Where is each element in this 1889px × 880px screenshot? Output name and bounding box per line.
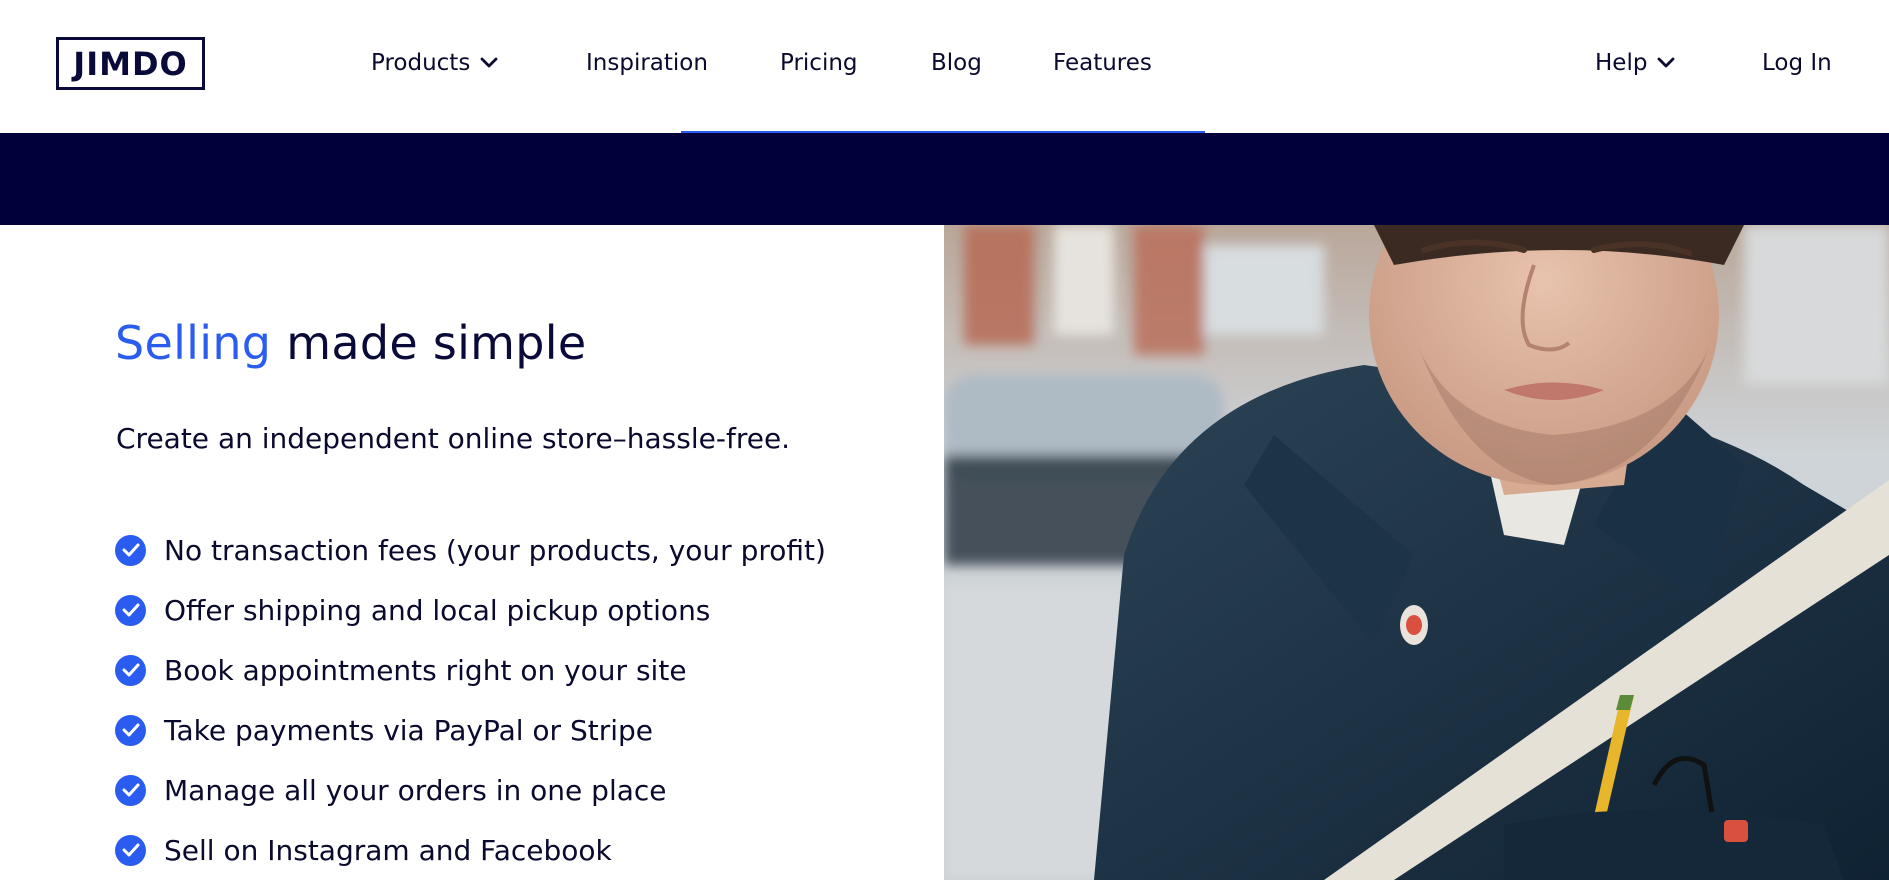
feature-label: Sell on Instagram and Facebook [164, 833, 612, 867]
nav-blog-label: Blog [931, 50, 982, 76]
feature-label: Take payments via PayPal or Stripe [164, 713, 654, 747]
nav-blog[interactable]: Blog [931, 50, 982, 76]
nav-login[interactable]: Log In [1762, 50, 1832, 76]
check-circle-icon [115, 774, 146, 806]
jimdo-logo[interactable]: JIMDO [56, 37, 205, 90]
man-with-jacket-image [944, 225, 1889, 880]
check-circle-icon [115, 534, 146, 566]
nav-inspiration[interactable]: Inspiration [586, 50, 708, 76]
headline-rest: made simple [271, 316, 587, 370]
hero-photo [944, 225, 1889, 880]
nav-help[interactable]: Help [1595, 50, 1675, 76]
nav-pricing[interactable]: Pricing [780, 50, 858, 76]
nav-help-label: Help [1595, 50, 1648, 76]
chevron-down-icon [480, 57, 498, 68]
nav-features[interactable]: Features [1053, 50, 1152, 76]
feature-label: Manage all your orders in one place [164, 773, 667, 807]
site-header: JIMDO Products Inspiration Pricing Blog … [0, 0, 1889, 134]
nav-pricing-label: Pricing [780, 50, 858, 76]
dark-banner-strip [0, 133, 1889, 225]
feature-label: No transaction fees (your products, your… [164, 533, 826, 567]
check-circle-icon [115, 654, 146, 686]
list-item: No transaction fees (your products, your… [115, 520, 826, 580]
feature-list: No transaction fees (your products, your… [115, 520, 826, 880]
nav-features-label: Features [1053, 50, 1152, 76]
check-circle-icon [115, 714, 146, 746]
nav-products[interactable]: Products [371, 50, 498, 76]
check-circle-icon [115, 834, 146, 866]
list-item: Offer shipping and local pickup options [115, 580, 826, 640]
nav-login-label: Log In [1762, 50, 1832, 76]
list-item: Take payments via PayPal or Stripe [115, 700, 826, 760]
list-item: Sell on Instagram and Facebook [115, 820, 826, 880]
list-item: Book appointments right on your site [115, 640, 826, 700]
hero-subhead: Create an independent online store–hassl… [116, 422, 791, 455]
feature-label: Book appointments right on your site [164, 653, 687, 687]
check-circle-icon [115, 594, 146, 626]
chevron-down-icon [1658, 57, 1675, 68]
nav-products-label: Products [371, 50, 471, 76]
headline-accent: Selling [115, 316, 272, 370]
feature-label: Offer shipping and local pickup options [164, 593, 711, 627]
list-item: Manage all your orders in one place [115, 760, 826, 820]
nav-inspiration-label: Inspiration [586, 50, 708, 76]
hero-headline: Selling made simple [115, 316, 586, 370]
